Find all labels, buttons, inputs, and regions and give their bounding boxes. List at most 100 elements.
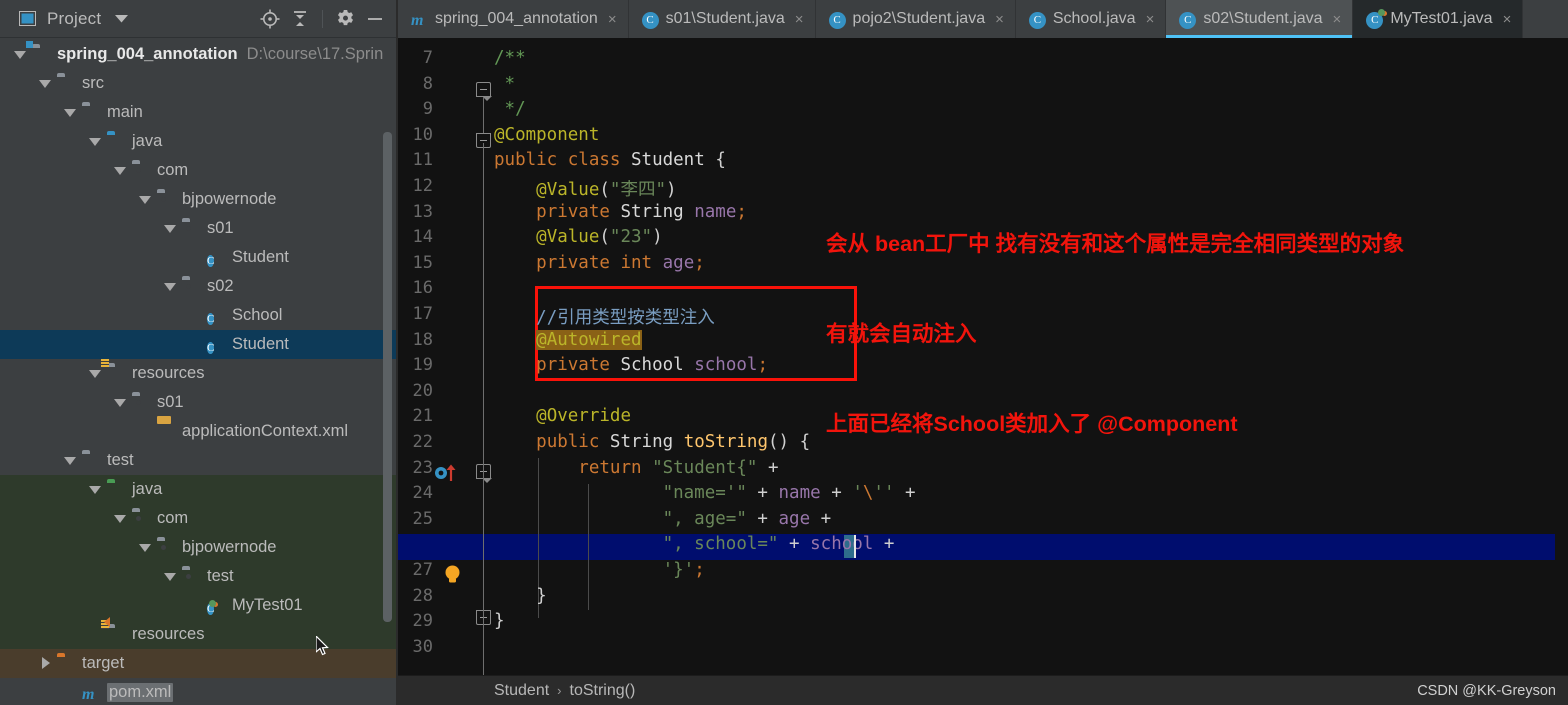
editor-tab-s01-student-java[interactable]: Cs01\Student.java × xyxy=(629,0,816,38)
tree-item-label: Student xyxy=(232,248,289,266)
code-line-19[interactable]: private School school; xyxy=(494,355,768,375)
tree-expand-arrow-icon[interactable] xyxy=(39,657,52,670)
project-tree-scrollbar[interactable] xyxy=(383,132,392,622)
intention-bulb-icon[interactable] xyxy=(442,564,463,585)
fold-marker-open[interactable] xyxy=(476,82,492,101)
tree-item-test[interactable]: test xyxy=(0,562,398,591)
tree-item-main[interactable]: main xyxy=(0,98,398,127)
line-number: 9 xyxy=(422,99,433,120)
code-line-25[interactable]: ", age=" + age + xyxy=(494,509,832,529)
tree-expand-arrow-icon[interactable] xyxy=(89,367,102,380)
project-tree[interactable]: spring_004_annotation D:\course\17.Sprin s… xyxy=(0,38,398,705)
tree-item-bjpowernode[interactable]: bjpowernode xyxy=(0,185,398,214)
code-line-17[interactable]: //引用类型按类型注入 xyxy=(494,304,715,329)
tree-item-src[interactable]: src xyxy=(0,69,398,98)
code-line-18[interactable]: @Autowired xyxy=(494,329,642,350)
code-line-28[interactable]: } xyxy=(494,586,547,606)
tree-item-com[interactable]: com xyxy=(0,504,398,533)
code-line-8[interactable]: * xyxy=(494,74,516,94)
line-number: 8 xyxy=(422,73,433,94)
tree-item-school[interactable]: C School xyxy=(0,301,398,330)
code-line-7[interactable]: /** xyxy=(494,48,526,68)
tree-expand-arrow-icon[interactable] xyxy=(64,454,77,467)
tab-close-icon[interactable]: × xyxy=(608,11,617,28)
hide-panel-icon[interactable] xyxy=(362,6,388,32)
tree-expand-arrow-icon[interactable] xyxy=(164,222,177,235)
tree-item-s01[interactable]: s01 xyxy=(0,388,398,417)
code-line-29[interactable]: } xyxy=(494,611,505,631)
text-caret xyxy=(854,535,856,559)
tree-item-test[interactable]: test xyxy=(0,446,398,475)
tree-expand-arrow-icon[interactable] xyxy=(14,48,27,61)
editor-tab-mytest01-java[interactable]: C MyTest01.java × xyxy=(1353,0,1524,38)
chevron-down-icon[interactable] xyxy=(108,6,134,32)
code-line-21[interactable]: @Override xyxy=(494,406,631,426)
tree-item-applicationcontext-xml[interactable]: applicationContext.xml xyxy=(0,417,398,446)
override-method-icon[interactable] xyxy=(434,464,460,482)
tree-expand-arrow-icon[interactable] xyxy=(164,280,177,293)
tree-item-s02[interactable]: s02 xyxy=(0,272,398,301)
tab-close-icon[interactable]: × xyxy=(995,11,1004,28)
tree-item-path: D:\course\17.Sprin xyxy=(246,45,384,63)
code-line-14[interactable]: @Value("23") xyxy=(494,227,662,247)
tree-item-pom-xml[interactable]: m pom.xml xyxy=(0,678,398,705)
editor-tab-pojo2-student-java[interactable]: Cpojo2\Student.java × xyxy=(816,0,1016,38)
line-number: 20 xyxy=(412,380,433,401)
editor-tab-spring-004-annotation[interactable]: m spring_004_annotation × xyxy=(398,0,629,38)
line-number: 7 xyxy=(422,48,433,68)
editor-tab-s02-student-java[interactable]: Cs02\Student.java × xyxy=(1166,0,1354,38)
tab-label: MyTest01.java xyxy=(1390,10,1493,27)
tree-expand-arrow-icon[interactable] xyxy=(139,193,152,206)
tree-expand-arrow-icon[interactable] xyxy=(164,570,177,583)
code-line-9[interactable]: */ xyxy=(494,99,526,119)
editor-scrollbar[interactable] xyxy=(1555,38,1568,675)
tree-item-s01[interactable]: s01 xyxy=(0,214,398,243)
code-editor[interactable]: 7891011121314151617181920212223242526272… xyxy=(398,38,1568,675)
tree-expand-arrow-icon[interactable] xyxy=(139,541,152,554)
code-line-23[interactable]: return "Student{" + xyxy=(494,458,778,478)
tree-item-bjpowernode[interactable]: bjpowernode xyxy=(0,533,398,562)
editor-tab-school-java[interactable]: C School.java × xyxy=(1016,0,1167,38)
code-line-22[interactable]: public String toString() { xyxy=(494,432,810,452)
tree-item-student[interactable]: C Student xyxy=(0,330,398,359)
tree-item-student[interactable]: C Student xyxy=(0,243,398,272)
code-line-11[interactable]: public class Student { xyxy=(494,150,726,170)
tree-expand-arrow-icon[interactable] xyxy=(89,135,102,148)
code-line-10[interactable]: @Component xyxy=(494,125,599,145)
settings-gear-icon[interactable] xyxy=(332,6,358,32)
tree-expand-arrow-icon[interactable] xyxy=(114,164,127,177)
tab-close-icon[interactable]: × xyxy=(1503,11,1512,28)
tree-expand-arrow-icon[interactable] xyxy=(39,77,52,90)
tab-close-icon[interactable]: × xyxy=(795,11,804,28)
tree-expand-arrow-icon[interactable] xyxy=(64,106,77,119)
tree-item-spring-004-annotation[interactable]: spring_004_annotation D:\course\17.Sprin xyxy=(0,40,398,69)
tree-item-java[interactable]: java xyxy=(0,127,398,156)
tree-item-com[interactable]: com xyxy=(0,156,398,185)
line-number: 17 xyxy=(412,304,433,324)
locate-icon[interactable] xyxy=(257,6,283,32)
code-line-15[interactable]: private int age; xyxy=(494,253,705,273)
code-line-13[interactable]: private String name; xyxy=(494,202,747,222)
tree-item-mytest01[interactable]: C MyTest01 xyxy=(0,591,398,620)
code-line-12[interactable]: @Value("李四") xyxy=(494,176,676,201)
tree-expand-arrow-icon[interactable] xyxy=(114,396,127,409)
java-class-icon: C xyxy=(207,342,215,354)
tree-item-resources[interactable]: resources xyxy=(0,359,398,388)
tree-expand-arrow-icon[interactable] xyxy=(89,483,102,496)
tree-item-resources[interactable]: resources xyxy=(0,617,398,649)
breadcrumb-class[interactable]: Student xyxy=(494,682,549,700)
code-line-24[interactable]: "name='" + name + '\'' + xyxy=(494,483,916,503)
tab-close-icon[interactable]: × xyxy=(1333,11,1342,28)
mouse-cursor xyxy=(315,634,330,656)
code-line-26[interactable]: ", school=" + school + xyxy=(494,534,895,554)
tree-item-java[interactable]: java xyxy=(0,475,398,504)
tree-item-target[interactable]: target xyxy=(0,649,398,678)
tree-expand-arrow-icon[interactable] xyxy=(114,512,127,525)
breadcrumb-method[interactable]: toString() xyxy=(570,682,636,700)
code-line-27[interactable]: '}'; xyxy=(494,560,705,580)
collapse-all-icon[interactable] xyxy=(287,6,313,32)
annotation-line-2: 有就会自动注入 xyxy=(826,322,977,346)
tab-close-icon[interactable]: × xyxy=(1146,11,1155,28)
